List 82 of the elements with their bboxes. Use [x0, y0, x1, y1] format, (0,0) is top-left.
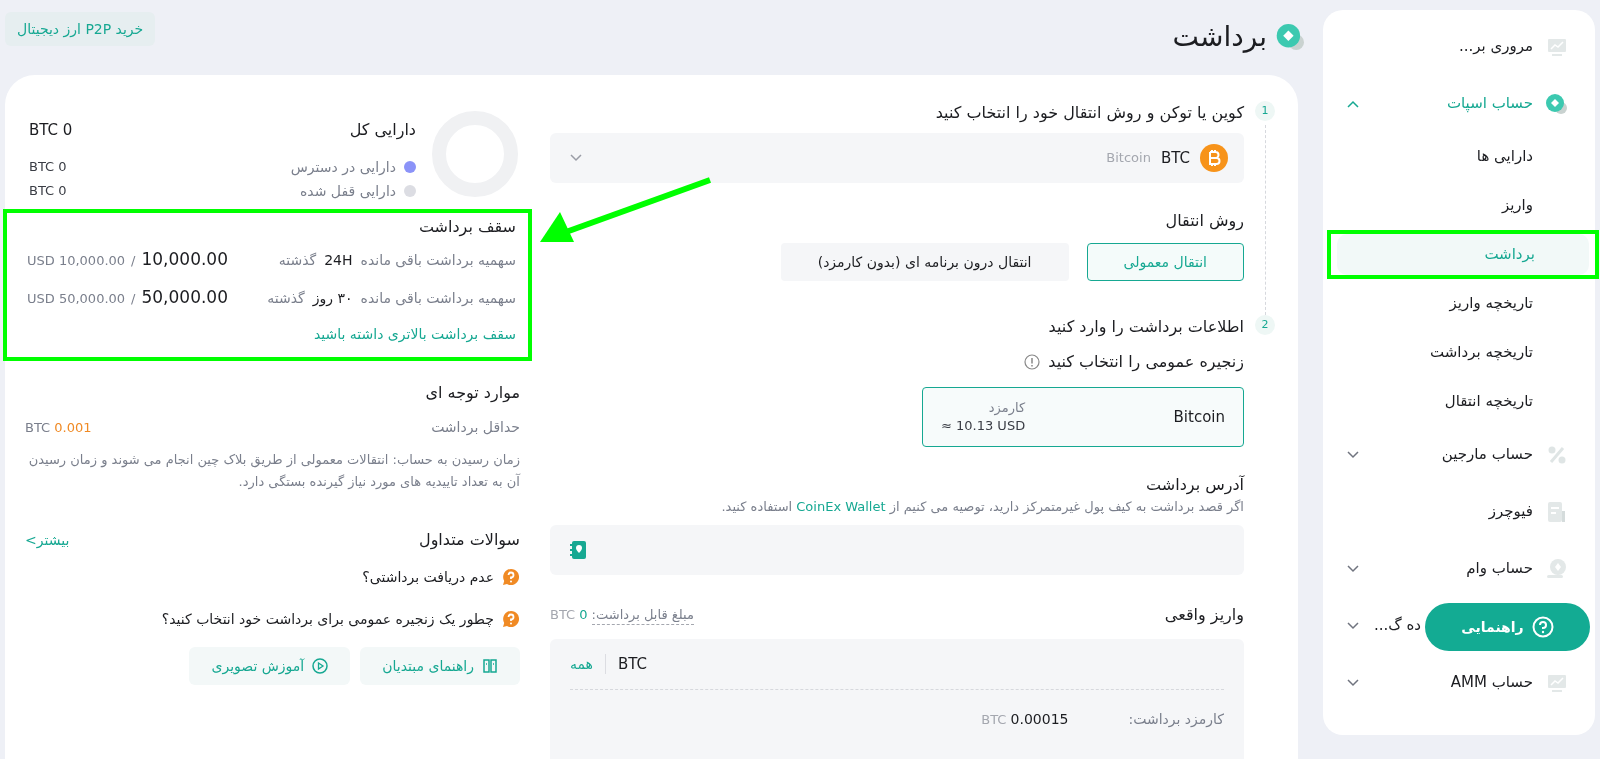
diamond-coin-icon	[1545, 92, 1569, 115]
fee-unit: BTC	[981, 712, 1008, 727]
limit-label: سهمیه برداشت باقی مانده	[360, 288, 516, 309]
chevron-down-icon	[1347, 564, 1359, 573]
question-icon	[1531, 616, 1554, 638]
total-assets-value: BTC 0	[29, 119, 73, 141]
question-icon	[502, 610, 520, 628]
chain-fee-label: کارمزد	[988, 399, 1026, 417]
limit-remaining: 10,000.00	[141, 248, 228, 272]
amount-label: واریز واقعی	[1164, 604, 1244, 627]
limit-period: ۳۰ روز	[312, 288, 353, 309]
sidebar-item[interactable]: حساب AMM	[1323, 654, 1595, 711]
limit-total: USD 10,000.00	[27, 252, 126, 271]
transfer-method-option[interactable]: انتقال درون برنامه ای (بدون کارمزد)	[780, 243, 1069, 281]
total-assets-title: دارایی کل	[349, 119, 416, 142]
limit-remaining: 50,000.00	[141, 286, 228, 310]
chart-icon	[1547, 672, 1567, 693]
limit-separator: /	[131, 290, 136, 309]
notes-title: موارد توجه ای	[424, 382, 520, 405]
limit-title: سقف برداشت	[417, 216, 516, 239]
sidebar-item[interactable]: حساب وام	[1323, 540, 1595, 597]
sidebar-item[interactable]: مروری بر...	[1323, 18, 1595, 75]
min-withdrawal-label: حداقل برداشت	[431, 417, 520, 438]
limit-total: USD 50,000.00	[27, 290, 126, 309]
chevron-down-icon	[1347, 450, 1359, 459]
chevron-up-icon	[1347, 99, 1359, 108]
limit-label: سهمیه برداشت باقی مانده	[360, 250, 516, 271]
chain-name: Bitcoin	[1173, 406, 1225, 428]
step-number: 1	[1255, 101, 1275, 121]
coin-symbol: BTC	[1160, 147, 1190, 169]
limit-period: 24H	[324, 250, 353, 270]
sidebar-item[interactable]: حساب مارجین	[1323, 426, 1595, 483]
step-title: اطلاعات برداشت را وارد کنید	[1047, 316, 1244, 339]
chevron-down-icon	[1347, 621, 1359, 630]
question-icon	[502, 568, 520, 586]
chevron-down-icon	[570, 154, 582, 162]
sidebar-subitem[interactable]: واریز	[1323, 181, 1595, 230]
chevron-down-icon	[1347, 678, 1359, 687]
percent-icon	[1547, 444, 1567, 465]
limit-period-suffix: گذشته	[278, 250, 317, 270]
transfer-method-label: روش انتقال	[1164, 210, 1244, 233]
chain-fee: ≈ 10.13 USD	[941, 417, 1026, 435]
diamond-coin-icon	[1275, 22, 1307, 52]
limit-separator: /	[131, 252, 136, 271]
address-label: آدرس برداشت	[1145, 474, 1244, 497]
step-title: کوین یا توکن و روش انتقال خود را انتخاب کنید	[934, 102, 1244, 125]
fee-label: کارمزد برداشت:	[1128, 709, 1224, 730]
sidebar-subitem[interactable]: تاریخچه برداشت	[1323, 328, 1595, 377]
info-icon	[1024, 354, 1041, 370]
bitcoin-icon	[1200, 144, 1228, 172]
min-withdrawal-unit: BTC	[25, 420, 52, 435]
available-label[interactable]: مبلغ قابل برداشت:	[591, 604, 694, 626]
notes-text: زمان رسیدن به حساب: انتقالات معمولی از طریق بلاک چین انجام می شوند و زمان رسیدن آن به تعداد تاییدیه های مورد نیاز گیرنده بستگی دارد.	[27, 451, 520, 492]
chart-icon	[1547, 36, 1567, 57]
available-unit: BTC	[550, 607, 577, 623]
asset-value: BTC 0	[29, 182, 67, 201]
chain-label: زنجیره عمومی را انتخاب کنید	[1048, 351, 1244, 374]
limit-period-suffix: گذشته	[267, 288, 305, 308]
play-icon	[312, 658, 329, 674]
sidebar-item[interactable]: فیوچرز	[1323, 483, 1595, 540]
asset-value: BTC 0	[29, 158, 67, 177]
document-icon	[1547, 500, 1567, 523]
faq-question[interactable]: عدم دریافت برداشتی؟	[362, 566, 494, 588]
sidebar-subitem[interactable]: دارایی ها	[1323, 132, 1595, 181]
page-title: برداشت	[1172, 19, 1267, 55]
asset-label: دارایی قفل شده	[299, 181, 396, 201]
sidebar-subitem[interactable]: تاریخچه واریز	[1323, 279, 1595, 328]
faq-question[interactable]: چطور یک زنجیره عمومی برای برداشت خود انتخاب کنید؟	[161, 608, 494, 630]
fee-value: 0.00015	[1010, 711, 1069, 727]
book-icon	[482, 658, 498, 674]
faq-title: سوالات متداول	[419, 529, 520, 552]
amount-unit: BTC	[618, 653, 648, 675]
step-number: 2	[1255, 315, 1275, 335]
asset-label: دارایی در دسترس	[290, 157, 396, 178]
sidebar-subitem[interactable]: تاریخچه انتقال	[1323, 377, 1595, 426]
address-book-icon	[570, 540, 586, 560]
min-withdrawal-value: 0.001	[54, 420, 92, 435]
available-value: 0	[579, 607, 588, 623]
address-field[interactable]	[550, 525, 1244, 575]
coin-icon	[1546, 557, 1568, 580]
sidebar-item[interactable]: ده گ...	[1323, 597, 1421, 654]
coin-name: Bitcoin	[1106, 149, 1151, 168]
